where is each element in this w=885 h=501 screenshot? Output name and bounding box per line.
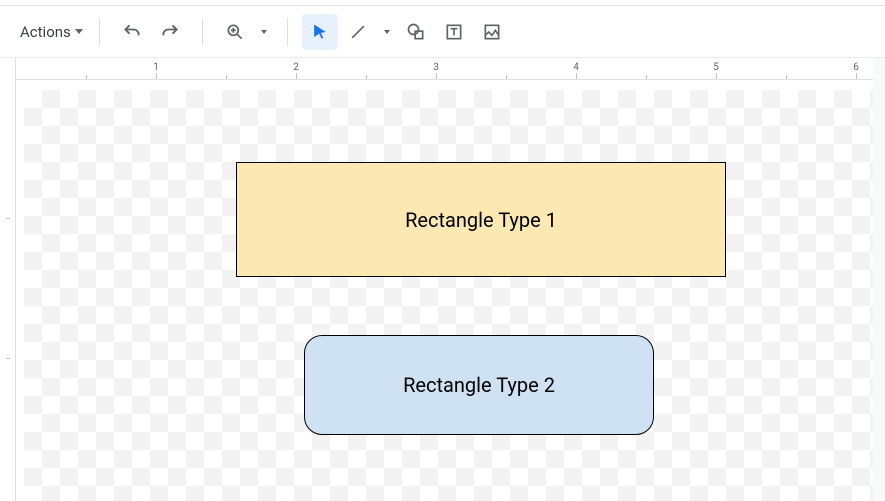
select-icon <box>310 22 330 42</box>
zoom-dropdown[interactable] <box>255 14 273 50</box>
zoom-group <box>211 14 279 50</box>
line-tool-button[interactable] <box>340 14 376 50</box>
main-area: 1 2 3 4 5 6 Rectangle Type 1 <box>16 58 885 501</box>
ruler-tick <box>786 75 787 79</box>
rectangle-shape-2[interactable]: Rectangle Type 2 <box>304 335 654 435</box>
undo-icon <box>122 22 142 42</box>
shape-icon <box>406 22 426 42</box>
line-dropdown[interactable] <box>378 14 396 50</box>
ruler-tick <box>366 75 367 79</box>
ruler-label: 5 <box>713 62 719 73</box>
redo-icon <box>160 22 180 42</box>
ruler-tick <box>646 75 647 79</box>
select-tool-button[interactable] <box>302 14 338 50</box>
actions-menu-button[interactable]: Actions <box>12 17 91 47</box>
undo-button[interactable] <box>114 14 150 50</box>
ruler-tick <box>576 73 577 79</box>
shape-text: Rectangle Type 1 <box>405 208 557 232</box>
image-icon <box>482 22 502 42</box>
main-toolbar: Actions <box>0 6 885 58</box>
history-group <box>108 14 194 50</box>
ruler-tick <box>6 358 10 359</box>
ruler-tick <box>856 73 857 79</box>
tools-group <box>296 14 516 50</box>
toolbar-separator <box>287 18 288 46</box>
ruler-tick <box>86 75 87 79</box>
line-icon <box>348 22 368 42</box>
ruler-tick <box>296 73 297 79</box>
ruler-tick <box>6 218 10 219</box>
toolbar-separator <box>99 18 100 46</box>
chevron-down-icon <box>384 30 390 34</box>
ruler-tick <box>226 75 227 79</box>
zoom-icon <box>225 22 245 42</box>
vertical-ruler <box>0 58 16 501</box>
ruler-tick <box>716 73 717 79</box>
ruler-tick <box>436 73 437 79</box>
ruler-tick <box>506 75 507 79</box>
ruler-label: 1 <box>153 62 159 73</box>
ruler-tick <box>156 73 157 79</box>
workspace: 1 2 3 4 5 6 Rectangle Type 1 <box>0 58 885 501</box>
vertical-scrollbar[interactable] <box>873 58 885 501</box>
text-tool-button[interactable] <box>436 14 472 50</box>
toolbar-separator <box>202 18 203 46</box>
canvas-viewport[interactable]: Rectangle Type 1 Rectangle Type 2 <box>16 80 885 501</box>
drawing-canvas[interactable]: Rectangle Type 1 Rectangle Type 2 <box>24 90 877 501</box>
ruler-label: 6 <box>853 62 859 73</box>
ruler-label: 2 <box>293 62 299 73</box>
ruler-label: 3 <box>433 62 439 73</box>
rectangle-shape-1[interactable]: Rectangle Type 1 <box>236 162 726 277</box>
text-icon <box>444 22 464 42</box>
actions-label: Actions <box>20 23 71 41</box>
shape-text: Rectangle Type 2 <box>403 373 555 397</box>
ruler-label: 4 <box>573 62 579 73</box>
image-tool-button[interactable] <box>474 14 510 50</box>
chevron-down-icon <box>261 30 267 34</box>
shape-tool-button[interactable] <box>398 14 434 50</box>
redo-button[interactable] <box>152 14 188 50</box>
horizontal-ruler: 1 2 3 4 5 6 <box>16 58 885 80</box>
zoom-button[interactable] <box>217 14 253 50</box>
chevron-down-icon <box>75 29 83 34</box>
